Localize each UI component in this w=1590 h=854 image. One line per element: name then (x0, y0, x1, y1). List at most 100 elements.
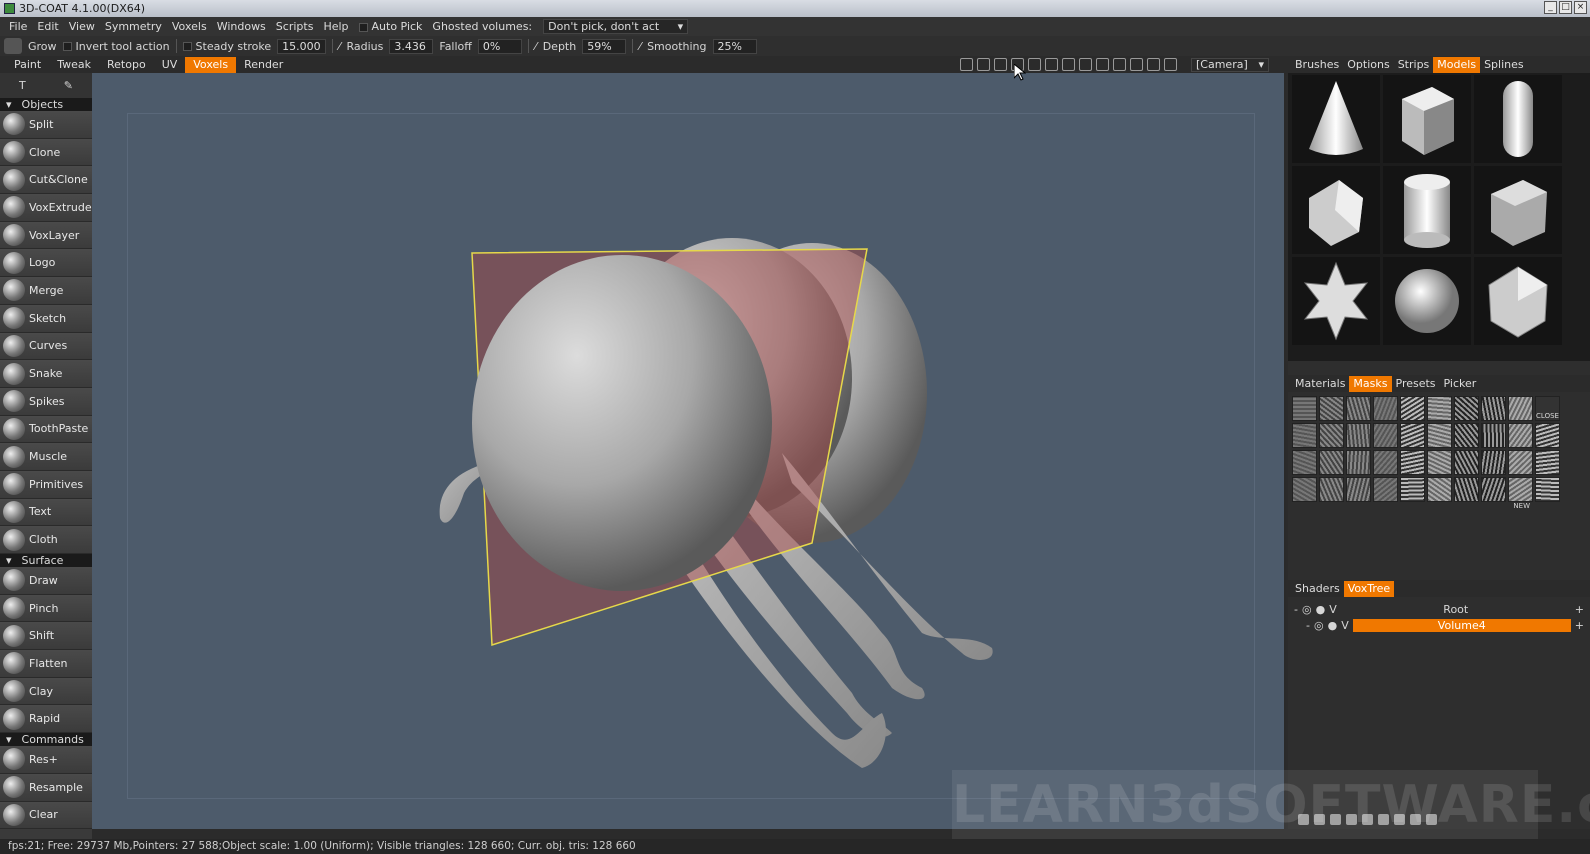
axis-icon[interactable] (1147, 58, 1160, 71)
tab-strips[interactable]: Strips (1394, 57, 1434, 73)
mask-swatch[interactable] (1535, 423, 1560, 448)
tab-retopo[interactable]: Retopo (99, 57, 154, 73)
collapse-icon[interactable]: - (1306, 619, 1310, 632)
tool-clay[interactable]: Clay (0, 677, 92, 706)
depth-pen-icon[interactable]: ⁄ (535, 40, 537, 53)
radius-field[interactable]: 3.436 (389, 38, 434, 54)
tab-voxtree[interactable]: VoxTree (1343, 580, 1395, 597)
invert-toggle[interactable]: Invert tool action (62, 40, 170, 53)
tool-voxextrude[interactable]: VoxExtrude (0, 194, 92, 222)
collapse-icon[interactable]: - (1294, 603, 1298, 616)
falloff-field[interactable]: 0% (477, 38, 522, 54)
mask-swatch[interactable] (1292, 477, 1317, 502)
pick-icon[interactable] (994, 58, 1007, 71)
mask-swatch[interactable] (1535, 477, 1560, 502)
model-cube[interactable] (1383, 75, 1471, 163)
voxel-mode-icon[interactable]: V (1341, 619, 1349, 632)
steady-stroke-field[interactable]: 15.000 (277, 38, 326, 54)
commands-section-header[interactable]: ▾ Commands (0, 733, 92, 747)
tool-toothpaste[interactable]: ToothPaste (0, 415, 92, 444)
minimize-button[interactable]: _ (1544, 1, 1557, 14)
tab-models[interactable]: Models (1433, 56, 1481, 73)
depth-field[interactable]: 59% (582, 38, 627, 54)
maximize-button[interactable]: □ (1559, 1, 1572, 14)
smoothing-field[interactable]: 25% (712, 38, 757, 54)
surface-section-header[interactable]: ▾ Surface (0, 554, 92, 567)
bulb-icon[interactable] (977, 58, 990, 71)
smoothing-pen-icon[interactable]: ⁄ (639, 40, 641, 53)
mask-swatch[interactable] (1427, 423, 1452, 448)
tab-voxels[interactable]: Voxels (185, 56, 237, 73)
radius-lock-icon[interactable]: ⁄ (339, 40, 341, 53)
menu-symmetry[interactable]: Symmetry (100, 20, 167, 33)
mask-swatch[interactable] (1373, 423, 1398, 448)
tool-cloth[interactable]: Cloth (0, 526, 92, 554)
mask-swatch[interactable] (1292, 423, 1317, 448)
light-icon[interactable] (960, 58, 973, 71)
tool-res-[interactable]: Res+ (0, 746, 92, 774)
mask-swatch[interactable] (1319, 396, 1344, 421)
mask-swatch[interactable] (1481, 450, 1506, 475)
invert-checkbox[interactable] (62, 42, 72, 51)
tool-pinch[interactable]: Pinch (0, 594, 92, 623)
tool-snake[interactable]: Snake (0, 360, 92, 388)
cube-view-icon[interactable] (1113, 58, 1126, 71)
tool-resample[interactable]: Resample (0, 773, 92, 802)
objects-section-header[interactable]: ▾ Objects (0, 98, 92, 111)
mask-swatch[interactable] (1481, 477, 1506, 502)
mask-swatch[interactable] (1400, 396, 1425, 421)
mask-swatch[interactable] (1400, 477, 1425, 502)
tab-brushes[interactable]: Brushes (1291, 57, 1343, 73)
mask-swatch[interactable] (1319, 450, 1344, 475)
mask-swatch[interactable] (1319, 423, 1344, 448)
tab-render[interactable]: Render (236, 57, 291, 73)
mask-swatch[interactable] (1508, 423, 1533, 448)
voxtree-row-volume4[interactable]: - ◎ ● V Volume4 + (1294, 617, 1584, 633)
menu-windows[interactable]: Windows (212, 20, 271, 33)
close-window-button[interactable]: × (1574, 1, 1587, 14)
tool-shift[interactable]: Shift (0, 622, 92, 651)
zoom-icon[interactable] (1045, 58, 1058, 71)
voxtree-root-name[interactable]: Root (1341, 603, 1571, 616)
camera-select[interactable]: [Camera] ▾ (1191, 57, 1269, 72)
mask-swatch[interactable] (1454, 450, 1479, 475)
tab-masks[interactable]: Masks (1349, 375, 1392, 392)
pen-icon[interactable]: ✎ (64, 79, 73, 92)
menu-voxels[interactable]: Voxels (167, 20, 212, 33)
tab-splines[interactable]: Splines (1480, 57, 1528, 73)
eye-icon[interactable]: ◎ (1314, 619, 1324, 632)
tool-clone[interactable]: Clone (0, 138, 92, 167)
tool-voxlayer[interactable]: VoxLayer (0, 221, 92, 250)
tool-clear[interactable]: Clear (0, 801, 92, 830)
ghost-icon[interactable]: ● (1316, 603, 1326, 616)
model-capsule[interactable] (1474, 75, 1562, 163)
tool-rapid[interactable]: Rapid (0, 705, 92, 734)
tool-muscle[interactable]: Muscle (0, 443, 92, 471)
mask-swatch[interactable] (1346, 423, 1371, 448)
model-cone[interactable] (1292, 75, 1380, 163)
mask-swatch[interactable] (1427, 396, 1452, 421)
mask-swatch[interactable] (1373, 450, 1398, 475)
mask-swatch[interactable] (1508, 396, 1533, 421)
add-layer-icon[interactable]: + (1575, 603, 1584, 616)
mask-swatch[interactable] (1346, 396, 1371, 421)
tool-flatten[interactable]: Flatten (0, 650, 92, 678)
eye-icon[interactable]: ◎ (1302, 603, 1312, 616)
model-icosahedron[interactable] (1474, 257, 1562, 345)
model-box[interactable] (1474, 166, 1562, 254)
voxtree-row-root[interactable]: - ◎ ● V Root + (1294, 601, 1584, 617)
steady-stroke-checkbox[interactable] (182, 42, 192, 51)
tool-primitives[interactable]: Primitives (0, 470, 92, 499)
voxel-mode-icon[interactable]: V (1329, 603, 1337, 616)
no-icon[interactable] (1096, 58, 1109, 71)
tool-split[interactable]: Split (0, 111, 92, 139)
menu-view[interactable]: View (64, 20, 100, 33)
perspective-icon[interactable] (1062, 58, 1075, 71)
tool-logo[interactable]: Logo (0, 249, 92, 278)
grid-icon[interactable] (1130, 58, 1143, 71)
tab-picker[interactable]: Picker (1440, 376, 1481, 392)
voxtree-volume4-name[interactable]: Volume4 (1352, 618, 1571, 632)
3d-viewport[interactable] (92, 73, 1286, 829)
mask-swatch[interactable] (1292, 450, 1317, 475)
mask-swatch[interactable] (1346, 450, 1371, 475)
